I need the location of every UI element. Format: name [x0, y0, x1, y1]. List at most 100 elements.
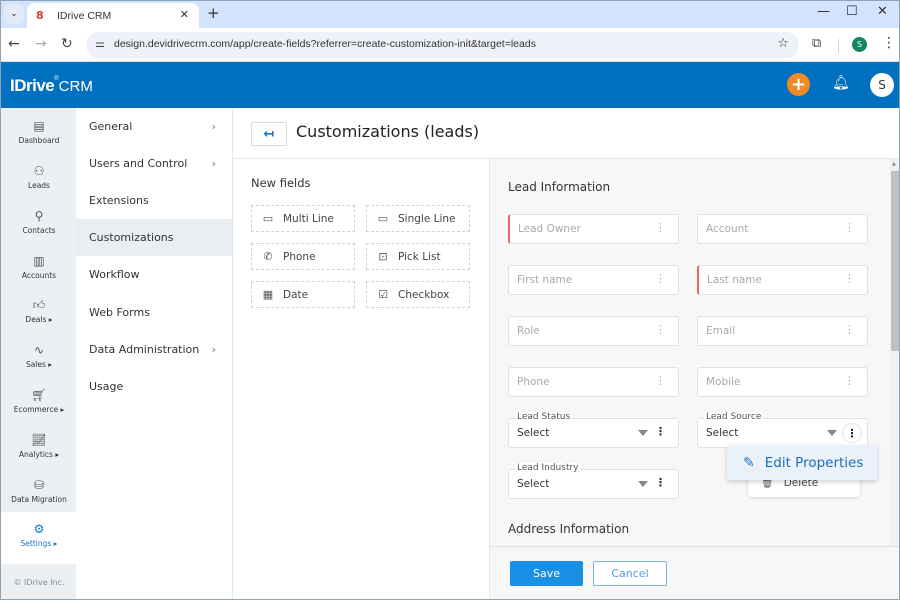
select-lead-source[interactable]: Lead Source Select ⋮	[697, 412, 868, 448]
address-bar[interactable]: ⚌ design.devidrivecrm.com/app/create-fie…	[86, 32, 799, 58]
forward-arrow-icon[interactable]: →	[35, 36, 47, 52]
menu-label: Usage	[89, 380, 124, 393]
settings-item-data-administration[interactable]: Data Administration ›	[76, 331, 232, 368]
nav-analytics[interactable]: 📈︎ Analytics ▸	[1, 427, 77, 471]
nav-dashboard[interactable]: ▤ Dashboard	[1, 113, 77, 157]
field-options-icon[interactable]: ⋮	[655, 324, 666, 335]
notifications-bell-icon[interactable]: 🔔︎	[832, 75, 850, 91]
quick-add-button[interactable]: +	[787, 73, 810, 96]
settings-item-extensions[interactable]: Extensions	[76, 182, 232, 219]
new-field-checkbox[interactable]: ☑ Checkbox	[366, 281, 470, 308]
dropdown-caret-icon[interactable]	[638, 430, 648, 436]
field-options-icon[interactable]: ⋮	[655, 426, 666, 437]
nav-label: Analytics ▸	[18, 450, 60, 459]
edit-properties-menu-item[interactable]: ✎ Edit Properties	[727, 445, 877, 480]
form-footer: Save Cancel	[490, 546, 900, 600]
pencil-icon: ✎	[743, 454, 755, 471]
new-field-multi-line[interactable]: ▭ Multi Line	[251, 205, 355, 232]
dropdown-caret-icon[interactable]	[827, 430, 837, 436]
field-options-icon[interactable]: ⋮	[655, 273, 666, 284]
main-nav-rail: ▤ Dashboard ⚇ Leads ⚲ Contacts ▥ Account…	[0, 108, 77, 600]
maximize-icon[interactable]: ☐	[846, 4, 858, 19]
browser-menu-icon[interactable]: ⋮	[882, 35, 896, 51]
field-lead-owner[interactable]: Lead Owner ⋮	[508, 214, 679, 244]
tab-search-button[interactable]: ⌄	[4, 4, 24, 24]
nav-contacts[interactable]: ⚲ Contacts	[1, 203, 77, 247]
nav-label: Settings ▸	[20, 539, 58, 548]
settings-item-usage[interactable]: Usage	[76, 368, 232, 405]
profile-avatar[interactable]: S	[852, 37, 867, 52]
field-role[interactable]: Role ⋮	[508, 316, 679, 346]
nav-settings[interactable]: ⚙ Settings ▸	[1, 512, 77, 564]
field-placeholder: First name	[517, 274, 573, 286]
save-button[interactable]: Save	[510, 561, 583, 586]
sales-icon: ∿	[33, 343, 45, 357]
scroll-up-arrow-icon[interactable]: ▲	[892, 161, 896, 167]
field-placeholder: Email	[706, 325, 736, 337]
field-phone[interactable]: Phone ⋮	[508, 367, 679, 397]
field-options-icon[interactable]: ⋮	[842, 423, 862, 443]
new-field-phone[interactable]: ✆ Phone	[251, 243, 355, 270]
nav-leads[interactable]: ⚇ Leads	[1, 158, 77, 202]
nav-data-migration[interactable]: ⛁ Data Migration	[1, 472, 77, 516]
close-tab-icon[interactable]: ✕	[180, 8, 189, 21]
field-placeholder: Mobile	[706, 376, 741, 388]
chevron-right-icon: ›	[211, 157, 216, 170]
nav-ecommerce[interactable]: 🛒︎ Ecommerce ▸	[1, 382, 77, 426]
minimize-icon[interactable]: —	[817, 4, 830, 19]
select-lead-status[interactable]: Lead Status Select ⋮	[508, 412, 679, 448]
menu-item-label: Edit Properties	[764, 454, 864, 471]
menu-label: Workflow	[89, 268, 140, 281]
nav-label: Sales ▸	[25, 360, 53, 369]
field-options-icon[interactable]: ⋮	[844, 375, 855, 386]
field-options-icon[interactable]: ⋮	[844, 324, 855, 335]
idrive-crm-logo[interactable]: IDrive®CRM	[10, 76, 93, 96]
multi-line-icon: ▭	[262, 212, 274, 225]
url-text[interactable]: design.devidrivecrm.com/app/create-field…	[114, 38, 536, 50]
user-avatar[interactable]: S	[870, 73, 894, 97]
new-field-pick-list[interactable]: ⊡ Pick List	[366, 243, 470, 270]
field-options-icon[interactable]: ⋮	[655, 222, 666, 233]
pick-list-icon: ⊡	[378, 250, 388, 263]
back-button[interactable]: ↤	[251, 122, 287, 146]
new-field-date[interactable]: ▦ Date	[251, 281, 355, 308]
new-tab-icon[interactable]: +	[207, 4, 220, 22]
close-window-icon[interactable]: ✕	[877, 4, 888, 19]
nav-deals[interactable]: 👍︎ Deals ▸	[1, 292, 77, 336]
settings-item-customizations[interactable]: Customizations	[76, 219, 232, 256]
field-options-icon[interactable]: ⋮	[844, 222, 855, 233]
site-settings-icon[interactable]: ⚌	[95, 37, 105, 50]
field-options-icon[interactable]: ⋮	[655, 477, 666, 488]
field-first-name[interactable]: First name ⋮	[508, 265, 679, 295]
bookmark-star-icon[interactable]: ☆	[777, 36, 789, 51]
new-field-single-line[interactable]: ▭ Single Line	[366, 205, 470, 232]
settings-item-workflow[interactable]: Workflow	[76, 256, 232, 293]
extensions-icon[interactable]: ⧉	[812, 36, 821, 51]
accounts-icon: ▥	[33, 254, 45, 268]
back-arrow-icon[interactable]: ←	[8, 36, 20, 52]
scroll-thumb[interactable]	[891, 171, 899, 351]
settings-item-general[interactable]: General ›	[76, 108, 232, 145]
select-value: Select	[706, 427, 739, 439]
field-options-icon[interactable]: ⋮	[844, 273, 855, 284]
form-scrollbar[interactable]: ▲	[890, 159, 900, 546]
nav-accounts[interactable]: ▥ Accounts	[1, 248, 77, 292]
field-last-name[interactable]: Last name ⋮	[697, 265, 868, 295]
field-account[interactable]: Account ⋮	[697, 214, 868, 244]
settings-item-web-forms[interactable]: Web Forms	[76, 294, 232, 331]
field-email[interactable]: Email ⋮	[697, 316, 868, 346]
field-options-icon[interactable]: ⋮	[655, 375, 666, 386]
page-title: Customizations (leads)	[296, 122, 480, 141]
dropdown-caret-icon[interactable]	[638, 481, 648, 487]
nav-sales[interactable]: ∿ Sales ▸	[1, 337, 77, 381]
select-lead-industry[interactable]: Lead Industry Select ⋮	[508, 463, 679, 499]
menu-label: Users and Control	[89, 157, 188, 170]
field-mobile[interactable]: Mobile ⋮	[697, 367, 868, 397]
reload-icon[interactable]: ↻	[61, 36, 73, 52]
data-migration-icon: ⛁	[33, 478, 45, 492]
browser-tab[interactable]: 8 IDrive CRM ✕	[27, 3, 199, 28]
analytics-icon: 📈︎	[31, 433, 47, 447]
settings-item-users-and-control[interactable]: Users and Control ›	[76, 145, 232, 182]
toolbar-divider	[838, 39, 839, 53]
cancel-button[interactable]: Cancel	[593, 561, 667, 586]
